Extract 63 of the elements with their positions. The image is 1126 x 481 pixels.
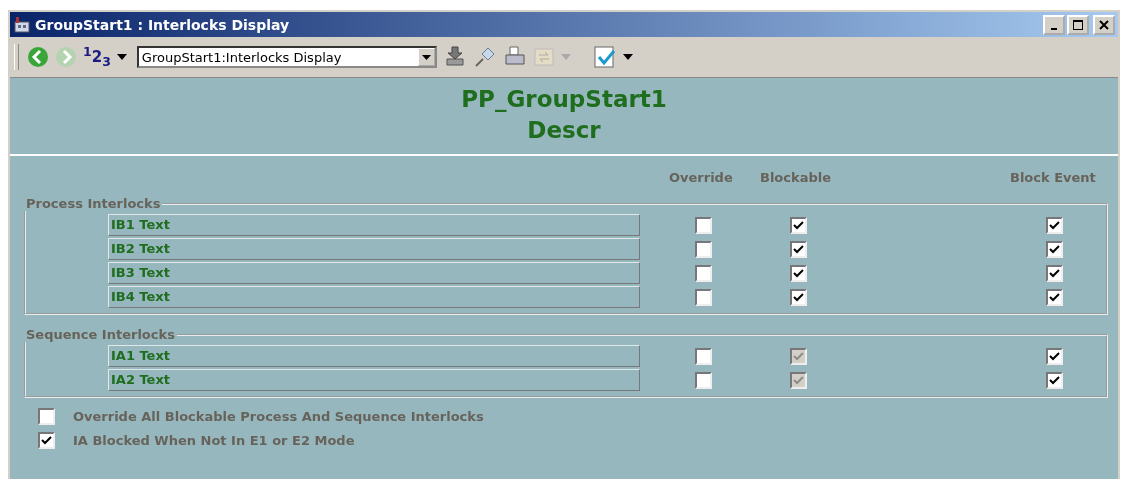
numbering-button[interactable]: $^{1}$2$_{3}$ <box>83 45 111 69</box>
caret-icon[interactable] <box>116 54 127 60</box>
checkmark-icon <box>1049 219 1060 231</box>
checkbox[interactable] <box>790 216 807 234</box>
close-icon <box>1099 19 1109 30</box>
checkbox[interactable] <box>790 288 807 306</box>
display-select[interactable]: GroupStart1:Interlocks Display <box>136 46 437 68</box>
checkbox[interactable] <box>695 347 712 365</box>
interlock-label: IB3 Text <box>108 262 640 284</box>
checkbox[interactable] <box>1046 371 1063 389</box>
checkmark-icon <box>793 219 804 231</box>
checkbox[interactable] <box>1046 347 1063 365</box>
interlock-label: IB2 Text <box>108 238 640 260</box>
checkbox[interactable] <box>790 264 807 282</box>
page-subtitle: Descr <box>526 116 602 145</box>
caret-icon[interactable] <box>622 54 633 60</box>
maximize-icon <box>1073 19 1083 30</box>
checklist-icon[interactable] <box>592 45 617 69</box>
page-title: PP_GroupStart1 <box>460 85 668 114</box>
caret-icon[interactable] <box>421 54 431 60</box>
interlock-label: IA2 Text <box>108 369 640 391</box>
checkbox[interactable] <box>695 264 712 282</box>
swap-icon <box>532 46 555 68</box>
checkbox[interactable] <box>38 407 55 425</box>
option-label: Override All Blockable Process And Sequence Interlocks <box>73 408 484 424</box>
checkbox[interactable] <box>38 431 55 449</box>
checkmark-icon <box>793 350 804 362</box>
checkmark-icon <box>793 267 804 279</box>
checkmark-icon <box>1049 350 1060 362</box>
checkmark-icon <box>1049 291 1060 303</box>
checkmark-icon <box>793 291 804 303</box>
column-header: Blockable <box>760 170 831 185</box>
checkbox[interactable] <box>790 240 807 258</box>
minimize-button[interactable] <box>1043 14 1065 35</box>
checkmark-icon <box>793 374 804 386</box>
option-label: IA Blocked When Not In E1 or E2 Mode <box>73 432 355 448</box>
checkmark-icon <box>41 434 52 446</box>
checkmark-icon <box>1049 374 1060 386</box>
minimize-icon <box>1051 27 1057 30</box>
interlock-label: IA1 Text <box>108 345 640 367</box>
column-header: Override <box>669 170 733 185</box>
checkmark-icon <box>1049 267 1060 279</box>
checkmark-icon <box>793 243 804 255</box>
group-title: Sequence Interlocks <box>25 327 176 342</box>
maximize-button[interactable] <box>1067 14 1089 35</box>
checkbox[interactable] <box>695 216 712 234</box>
checkbox[interactable] <box>695 288 712 306</box>
checkbox[interactable] <box>695 371 712 389</box>
column-header: Block Event <box>1010 170 1096 185</box>
back-icon[interactable] <box>27 46 49 68</box>
close-button[interactable] <box>1093 14 1115 35</box>
interlock-label: IB4 Text <box>108 286 640 308</box>
app-icon <box>13 15 31 34</box>
checkbox[interactable] <box>695 240 712 258</box>
caret-icon <box>560 54 571 60</box>
interlock-label: IB1 Text <box>108 214 640 236</box>
checkbox[interactable] <box>1046 264 1063 282</box>
checkbox[interactable] <box>1046 240 1063 258</box>
checkbox[interactable] <box>1046 216 1063 234</box>
checkmark-icon <box>1049 243 1060 255</box>
group-title: Process Interlocks <box>25 196 162 211</box>
checkbox[interactable] <box>1046 288 1063 306</box>
window-title: GroupStart1 : Interlocks Display <box>35 16 290 33</box>
